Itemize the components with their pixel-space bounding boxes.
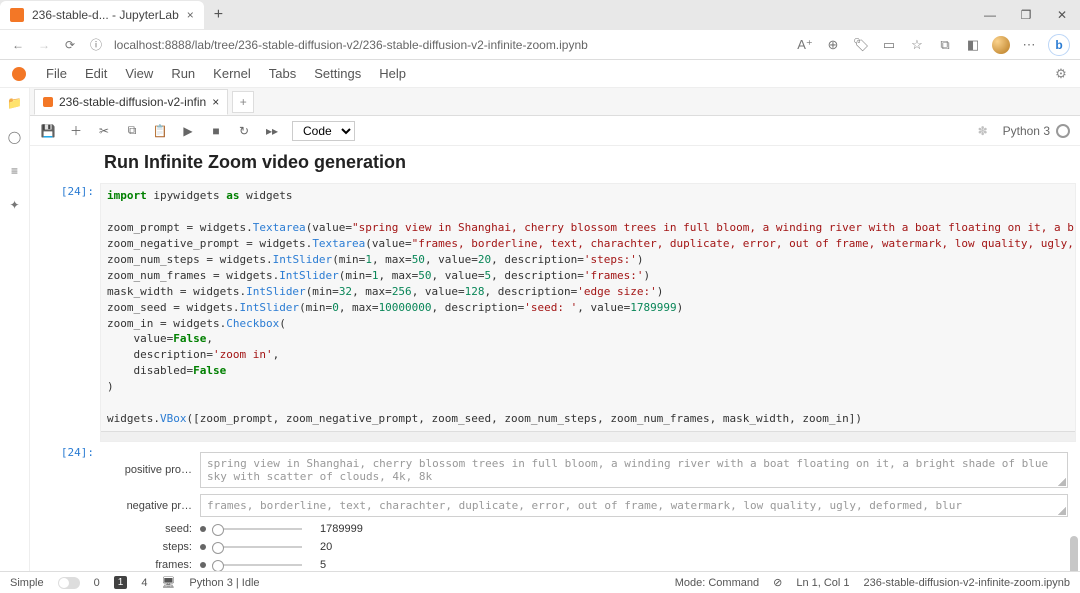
status-count-zero: 0 xyxy=(94,577,100,589)
paste-cell-button[interactable]: 📋 xyxy=(152,124,168,138)
close-notebook-tab-icon[interactable]: × xyxy=(212,95,219,109)
horizontal-scrollbar[interactable] xyxy=(101,431,1075,441)
negative-prompt-label: negative pr… xyxy=(102,500,200,512)
notebook-icon xyxy=(43,97,53,107)
frames-value: 5 xyxy=(320,559,326,571)
refresh-button[interactable]: ⟳ xyxy=(62,38,78,52)
cell-type-select[interactable]: Code xyxy=(292,121,355,141)
seed-label: seed: xyxy=(102,523,200,535)
seed-value: 1789999 xyxy=(320,523,363,535)
run-cell-button[interactable]: ▶ xyxy=(180,124,196,138)
cut-cell-button[interactable]: ✂ xyxy=(96,124,112,138)
restart-run-all-button[interactable]: ▸▸ xyxy=(264,124,280,138)
back-button[interactable]: ← xyxy=(10,38,26,52)
widget-output: positive pro…spring view in Shanghai, ch… xyxy=(100,444,1076,571)
url-field[interactable]: localhost:8888/lab/tree/236-stable-diffu… xyxy=(114,38,786,52)
insert-cell-button[interactable]: ＋ xyxy=(68,122,84,139)
forward-button[interactable]: → xyxy=(36,38,52,52)
notification-bell-icon[interactable]: ⊘ xyxy=(773,576,782,589)
jupyter-favicon xyxy=(10,8,24,22)
browser-titlebar: 236-stable-d... - JupyterLab × + — ❐ ✕ xyxy=(0,0,1080,30)
menu-tabs[interactable]: Tabs xyxy=(261,62,304,85)
slider-knob-icon xyxy=(200,544,206,550)
save-button[interactable]: 💾 xyxy=(40,124,56,138)
interrupt-kernel-button[interactable]: ■ xyxy=(208,124,224,138)
text-size-icon[interactable]: A⁺ xyxy=(796,36,814,54)
bing-chat-button[interactable]: b xyxy=(1048,34,1070,56)
status-count-four: 4 xyxy=(141,577,147,589)
menu-file[interactable]: File xyxy=(38,62,75,85)
steps-value: 20 xyxy=(320,541,332,553)
shopping-icon[interactable]: 🏷 xyxy=(852,36,870,54)
input-prompt: [24]: xyxy=(61,185,94,198)
notebook-tab[interactable]: 236-stable-diffusion-v2-infin × xyxy=(34,89,228,115)
window-maximize-button[interactable]: ❐ xyxy=(1008,8,1044,22)
more-icon[interactable]: ⋯ xyxy=(1020,36,1038,54)
output-prompt: [24]: xyxy=(61,446,94,459)
menu-view[interactable]: View xyxy=(117,62,161,85)
menu-kernel[interactable]: Kernel xyxy=(205,62,259,85)
copy-cell-button[interactable]: ⧉ xyxy=(124,123,140,138)
menu-help[interactable]: Help xyxy=(371,62,414,85)
window-minimize-button[interactable]: — xyxy=(972,8,1008,22)
seed-slider[interactable] xyxy=(212,528,302,530)
jupyter-menubar: File Edit View Run Kernel Tabs Settings … xyxy=(0,60,1080,88)
favorites-icon[interactable]: ☆ xyxy=(908,36,926,54)
notebook-area: Run Infinite Zoom video generation [24]:… xyxy=(30,146,1080,571)
table-of-contents-icon[interactable]: ≡ xyxy=(6,162,24,180)
output-cell: [24]: positive pro…spring view in Shangh… xyxy=(34,444,1076,571)
notebook-file-name: 236-stable-diffusion-v2-infinite-zoom.ip… xyxy=(864,577,1070,589)
new-launcher-button[interactable]: + xyxy=(232,91,254,113)
simple-mode-toggle[interactable] xyxy=(58,577,80,589)
positive-prompt-label: positive pro… xyxy=(102,464,200,476)
negative-prompt-textarea[interactable]: frames, borderline, text, charachter, du… xyxy=(200,494,1068,517)
jupyter-logo[interactable] xyxy=(12,67,26,81)
close-tab-icon[interactable]: × xyxy=(187,8,194,22)
status-badge: 1 xyxy=(114,576,128,589)
simple-mode-label: Simple xyxy=(10,577,44,589)
positive-prompt-textarea[interactable]: spring view in Shanghai, cherry blossom … xyxy=(200,452,1068,488)
steps-slider[interactable] xyxy=(212,546,302,548)
kernel-status-icon xyxy=(1056,124,1070,138)
trusted-icon[interactable]: ✽ xyxy=(975,124,991,138)
status-bar: Simple 0 1 4 🖥 Python 3 | Idle Mode: Com… xyxy=(0,571,1080,593)
frames-slider[interactable] xyxy=(212,564,302,566)
markdown-heading[interactable]: Run Infinite Zoom video generation xyxy=(104,150,1076,175)
frames-label: frames: xyxy=(102,559,200,571)
document-tabs: 236-stable-diffusion-v2-infin × + xyxy=(30,88,1080,116)
slider-knob-icon xyxy=(200,562,206,568)
menu-settings[interactable]: Settings xyxy=(306,62,369,85)
mode-indicator[interactable]: Mode: Command xyxy=(675,577,759,589)
kernel-status-text[interactable]: Python 3 | Idle xyxy=(189,577,259,589)
extensions-icon[interactable]: ◧ xyxy=(964,36,982,54)
browser-tab-title: 236-stable-d... - JupyterLab xyxy=(32,8,179,22)
cursor-position[interactable]: Ln 1, Col 1 xyxy=(796,577,849,589)
running-terminals-icon[interactable]: ◯ xyxy=(6,128,24,146)
new-tab-button[interactable]: + xyxy=(204,6,233,24)
steps-label: steps: xyxy=(102,541,200,553)
file-browser-icon[interactable]: 📁 xyxy=(6,94,24,112)
window-close-button[interactable]: ✕ xyxy=(1044,8,1080,22)
zoom-icon[interactable]: ⊕ xyxy=(824,36,842,54)
profile-avatar[interactable] xyxy=(992,36,1010,54)
collections-icon[interactable]: ⧉ xyxy=(936,36,954,54)
kernel-name[interactable]: Python 3 xyxy=(1003,124,1050,138)
reading-list-icon[interactable]: ▭ xyxy=(880,36,898,54)
vertical-scrollbar[interactable] xyxy=(1070,146,1078,571)
notebook-tab-title: 236-stable-diffusion-v2-infin xyxy=(59,95,206,109)
code-cell[interactable]: [24]: import ipywidgets as widgets zoom_… xyxy=(34,183,1076,442)
notebook-toolbar: 💾 ＋ ✂ ⧉ 📋 ▶ ■ ↻ ▸▸ Code ✽ Python 3 xyxy=(30,116,1080,146)
restart-kernel-button[interactable]: ↻ xyxy=(236,124,252,138)
slider-knob-icon xyxy=(200,526,206,532)
site-info-icon[interactable]: ⓘ xyxy=(88,36,104,53)
browser-tab[interactable]: 236-stable-d... - JupyterLab × xyxy=(0,1,204,29)
code-editor[interactable]: import ipywidgets as widgets zoom_prompt… xyxy=(100,183,1076,442)
browser-addressbar: ← → ⟳ ⓘ localhost:8888/lab/tree/236-stab… xyxy=(0,30,1080,60)
menu-run[interactable]: Run xyxy=(163,62,203,85)
menu-edit[interactable]: Edit xyxy=(77,62,115,85)
activity-bar: 📁 ◯ ≡ ✦ xyxy=(0,88,30,571)
status-memory-icon[interactable]: 🖥 xyxy=(161,576,175,589)
settings-gear-icon[interactable]: ⚙ xyxy=(1052,65,1070,83)
extension-manager-icon[interactable]: ✦ xyxy=(6,196,24,214)
